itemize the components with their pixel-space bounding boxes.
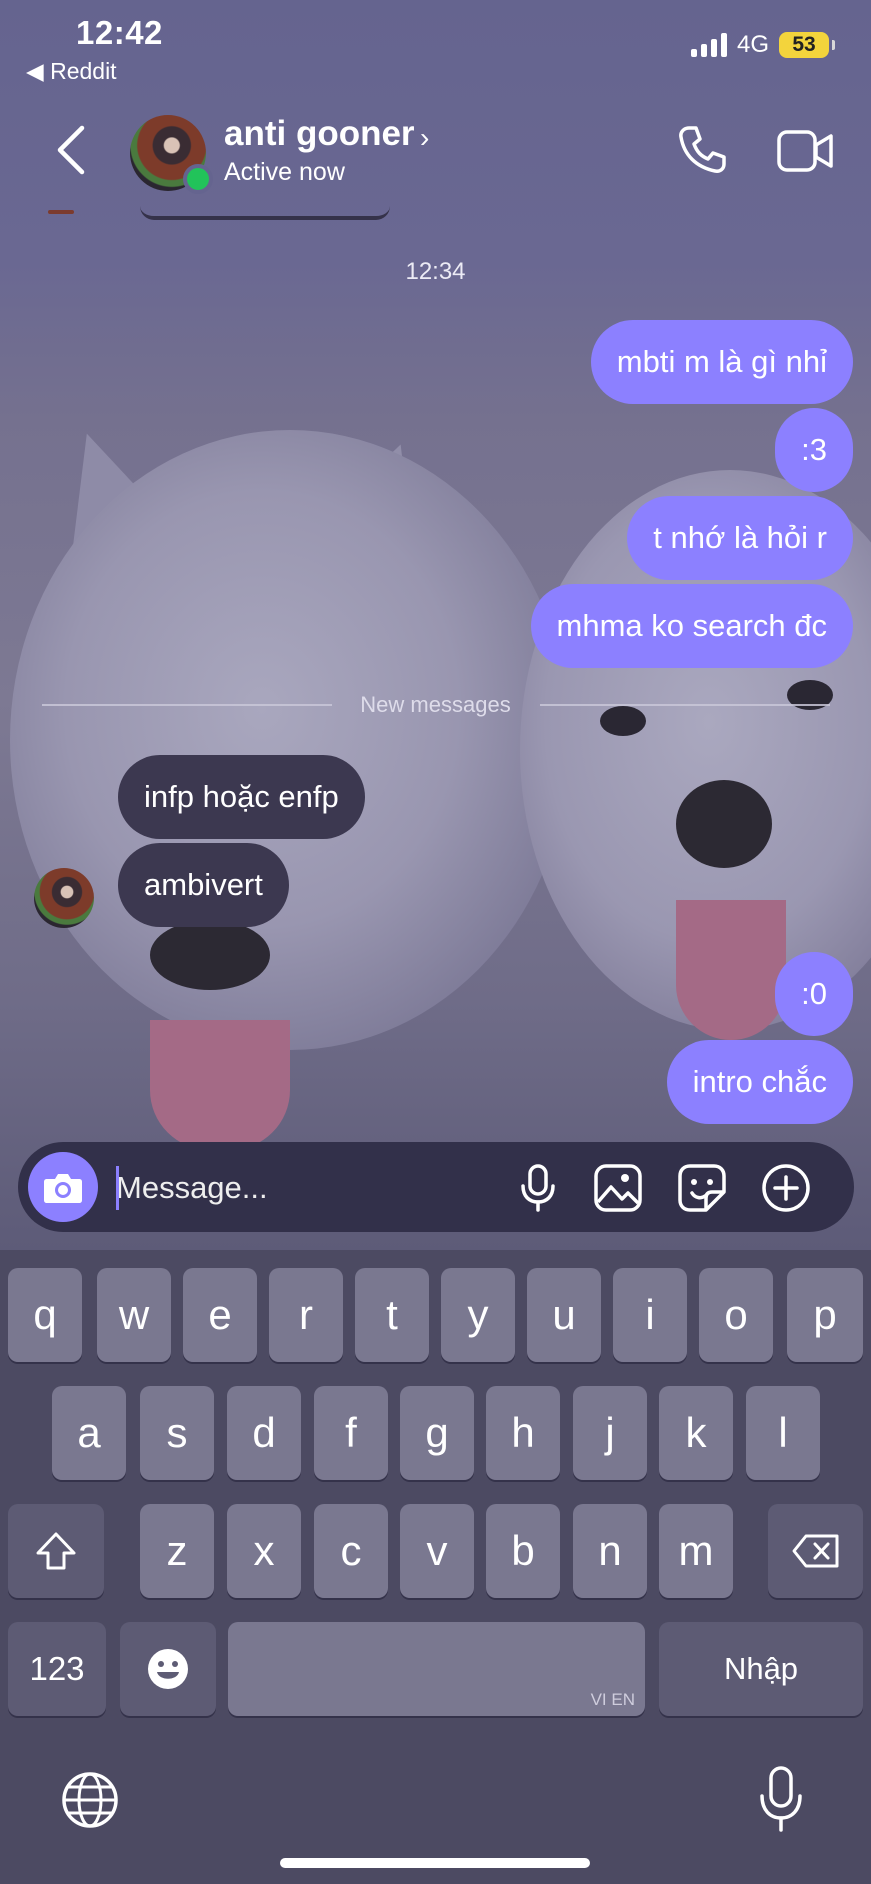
- previous-message-edge: [140, 206, 390, 220]
- wallpaper-dog-nose: [676, 780, 772, 868]
- video-camera-icon[interactable]: [776, 126, 834, 176]
- outgoing-message[interactable]: mhma ko search đc: [530, 584, 853, 668]
- key-j[interactable]: j: [573, 1386, 647, 1480]
- outgoing-message[interactable]: t nhớ là hỏi r: [627, 496, 853, 580]
- contact-name[interactable]: anti gooner: [224, 114, 415, 154]
- text-cursor: [116, 1166, 119, 1210]
- outgoing-message[interactable]: mbti m là gì nhỉ: [590, 320, 853, 404]
- key-y[interactable]: y: [441, 1268, 515, 1362]
- language-hint: VI EN: [590, 1690, 635, 1709]
- sender-avatar[interactable]: [34, 868, 94, 928]
- contact-status: Active now: [224, 158, 345, 186]
- key-x[interactable]: x: [227, 1504, 301, 1598]
- shift-icon: [36, 1532, 76, 1570]
- key-h[interactable]: h: [486, 1386, 560, 1480]
- network-type: 4G: [736, 31, 769, 58]
- camera-icon: [44, 1174, 82, 1203]
- previous-avatar-edge: [48, 210, 74, 214]
- backspace-key[interactable]: [768, 1504, 863, 1598]
- key-w[interactable]: w: [97, 1268, 171, 1362]
- status-indicators: 4G 53: [690, 30, 835, 60]
- plus-icon[interactable]: [760, 1162, 812, 1214]
- key-q[interactable]: q: [8, 1268, 82, 1362]
- message-input[interactable]: [116, 1160, 496, 1216]
- backspace-icon: [792, 1534, 838, 1568]
- emoji-icon: [148, 1649, 188, 1689]
- key-l[interactable]: l: [746, 1386, 820, 1480]
- key-i[interactable]: i: [613, 1268, 687, 1362]
- incoming-message[interactable]: ambivert: [118, 843, 289, 927]
- key-n[interactable]: n: [573, 1504, 647, 1598]
- key-e[interactable]: e: [183, 1268, 257, 1362]
- key-f[interactable]: f: [314, 1386, 388, 1480]
- globe-icon[interactable]: [60, 1770, 120, 1830]
- key-m[interactable]: m: [659, 1504, 733, 1598]
- camera-button[interactable]: [28, 1152, 98, 1222]
- gallery-icon[interactable]: [592, 1162, 644, 1214]
- key-p[interactable]: p: [787, 1268, 863, 1362]
- online-indicator: [183, 164, 213, 194]
- wallpaper-dog-tongue: [676, 900, 786, 1040]
- microphone-icon[interactable]: [512, 1162, 564, 1214]
- back-to-app-link[interactable]: ◀ Reddit: [26, 58, 117, 85]
- battery-icon: 53: [779, 32, 835, 58]
- key-v[interactable]: v: [400, 1504, 474, 1598]
- emoji-key[interactable]: [120, 1622, 216, 1716]
- home-indicator[interactable]: [280, 1858, 590, 1868]
- key-u[interactable]: u: [527, 1268, 601, 1362]
- key-s[interactable]: s: [140, 1386, 214, 1480]
- chat-screen: 12:42 ◀ Reddit 4G 53 anti gooner › Activ…: [0, 0, 871, 1884]
- return-key[interactable]: Nhập: [659, 1622, 863, 1716]
- key-c[interactable]: c: [314, 1504, 388, 1598]
- battery-level: 53: [792, 33, 816, 56]
- key-g[interactable]: g: [400, 1386, 474, 1480]
- shift-key[interactable]: [8, 1504, 104, 1598]
- status-time: 12:42: [76, 14, 163, 51]
- outgoing-message[interactable]: :0: [775, 952, 853, 1036]
- key-b[interactable]: b: [486, 1504, 560, 1598]
- chevron-right-icon[interactable]: ›: [420, 122, 429, 154]
- key-z[interactable]: z: [140, 1504, 214, 1598]
- key-d[interactable]: d: [227, 1386, 301, 1480]
- message-timestamp: 12:34: [405, 258, 466, 285]
- outgoing-message[interactable]: intro chắc: [666, 1040, 853, 1124]
- key-o[interactable]: o: [699, 1268, 773, 1362]
- phone-icon[interactable]: [676, 124, 728, 176]
- key-k[interactable]: k: [659, 1386, 733, 1480]
- key-r[interactable]: r: [269, 1268, 343, 1362]
- chevron-left-icon[interactable]: [52, 120, 92, 180]
- key-t[interactable]: t: [355, 1268, 429, 1362]
- divider-line: [540, 704, 830, 706]
- wallpaper-dog-nose: [150, 920, 270, 990]
- dictation-icon[interactable]: [756, 1764, 806, 1834]
- wallpaper-dog-tongue: [150, 1020, 290, 1150]
- space-key[interactable]: VI EN: [228, 1622, 645, 1716]
- incoming-message[interactable]: infp hoặc enfp: [118, 755, 365, 839]
- keyboard: q w e r t y u i o p a s d f g h j k l z …: [0, 1250, 871, 1884]
- numbers-key[interactable]: 123: [8, 1622, 106, 1716]
- cellular-signal-icon: [690, 33, 727, 57]
- sticker-icon[interactable]: [676, 1162, 728, 1214]
- outgoing-message[interactable]: :3: [775, 408, 853, 492]
- key-a[interactable]: a: [52, 1386, 126, 1480]
- wallpaper-dog-left: [10, 430, 570, 1050]
